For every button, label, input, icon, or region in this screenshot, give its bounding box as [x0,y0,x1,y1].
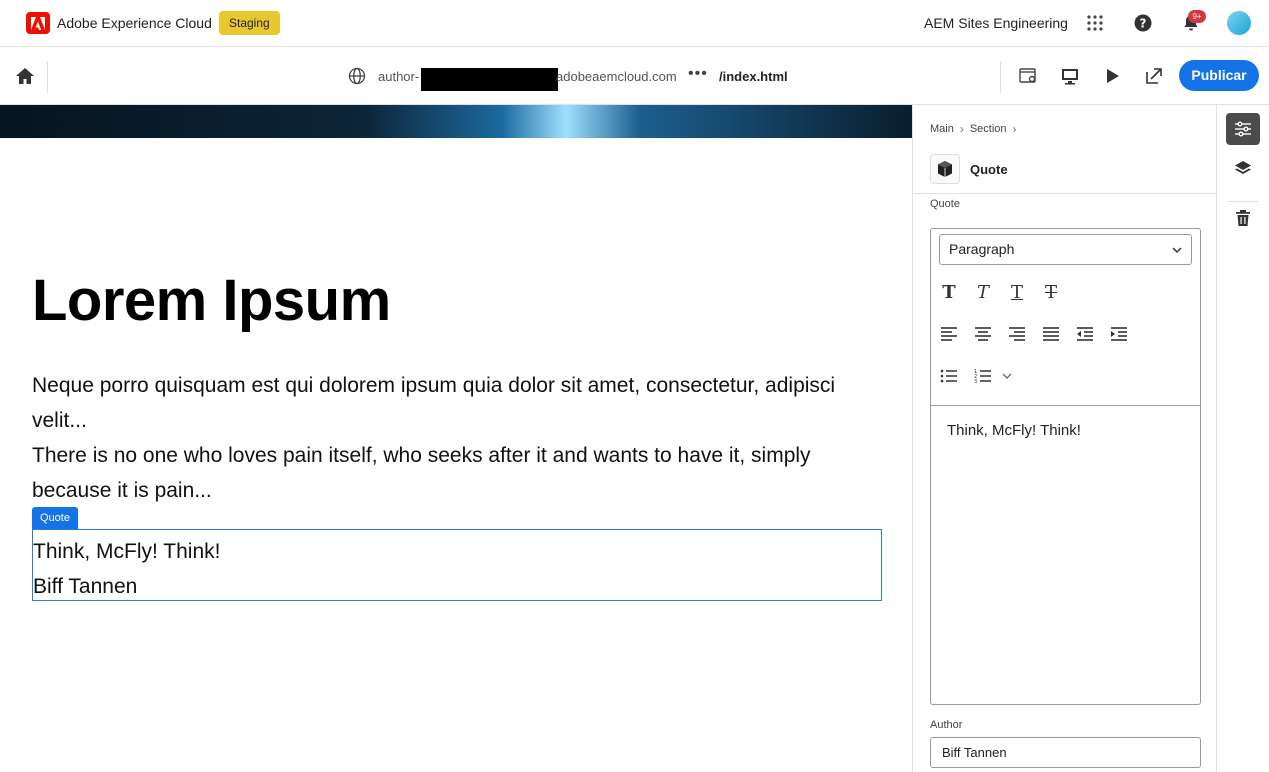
divider [1000,61,1001,93]
author-input[interactable]: Biff Tannen [930,737,1201,768]
rte-alignment-row [939,324,1129,344]
layers-icon[interactable] [1226,153,1260,185]
rte-text-style-row: T T T T [939,282,1061,303]
bold-icon[interactable]: T [939,282,959,303]
rich-text-editor[interactable]: Paragraph T T T T 1 2 3 Think, McFly! Th… [930,228,1201,705]
component-title: Quote [970,162,1008,177]
chevron-right-icon: › [959,122,964,136]
more-icon[interactable]: ••• [688,65,708,83]
svg-text:?: ? [1140,17,1147,31]
divider [931,405,1200,406]
breadcrumb: Main › Section › [930,122,1017,136]
quote-author: Biff Tannen [33,575,138,598]
strikethrough-icon[interactable]: T [1041,282,1061,303]
chevron-down-icon[interactable] [997,366,1017,386]
cube-icon [930,154,960,184]
adobe-logo-icon[interactable] [26,12,50,34]
body-paragraph-1: Neque porro quisquam est qui dolorem ips… [32,374,836,432]
breadcrumb-main[interactable]: Main [930,123,954,135]
help-icon[interactable]: ? [1132,12,1154,34]
quote-component[interactable]: Think, McFly! Think! Biff Tannen [32,529,882,601]
page-properties-icon[interactable] [1018,66,1038,86]
divider [47,61,48,93]
numbered-list-icon[interactable]: 123 [973,366,993,386]
hero-image [0,105,912,138]
open-external-icon[interactable] [1144,66,1164,86]
underline-icon[interactable]: T [1007,282,1027,303]
divider [914,193,1217,194]
apps-grid-icon[interactable] [1084,12,1106,34]
page-canvas[interactable]: Lorem Ipsum Neque porro quisquam est qui… [0,105,913,772]
page-path[interactable]: /index.html [719,69,788,84]
page-title[interactable]: Lorem Ipsum [32,267,391,334]
align-left-icon[interactable] [939,324,959,344]
properties-panel: Main › Section › Quote Quote Paragraph T… [914,105,1217,772]
right-rail [1218,105,1269,772]
component-label: Quote [32,507,78,529]
environment-badge: Staging [219,11,280,35]
indent-icon[interactable] [1109,324,1129,344]
author-field-label: Author [930,719,963,731]
globe-icon [348,67,366,85]
publish-button[interactable]: Publicar [1179,60,1259,91]
align-right-icon[interactable] [1007,324,1027,344]
italic-icon[interactable]: T [973,282,993,303]
paragraph-format-select[interactable]: Paragraph [939,234,1192,265]
redacted-block [421,68,558,91]
notifications-badge: 9+ [1188,10,1206,23]
top-bar: Adobe Experience Cloud Staging AEM Sites… [0,0,1269,47]
rte-content[interactable]: Think, McFly! Think! [947,422,1081,439]
editor-toolbar: author- adobeaemcloud.com ••• /index.htm… [0,47,1269,105]
bullet-list-icon[interactable] [939,366,959,386]
url-domain[interactable]: adobeaemcloud.com [556,69,677,84]
chevron-down-icon [1172,247,1182,254]
outdent-icon[interactable] [1075,324,1095,344]
properties-icon[interactable] [1226,113,1260,145]
quote-text: Think, McFly! Think! [33,540,221,563]
rte-list-row: 123 [939,366,1017,386]
url-prefix[interactable]: author- [378,69,419,84]
chevron-right-icon: › [1012,122,1017,136]
avatar[interactable] [1227,11,1251,35]
org-switcher[interactable]: AEM Sites Engineering [924,15,1068,31]
play-icon[interactable] [1102,66,1122,86]
format-select-value: Paragraph [949,241,1015,257]
home-icon[interactable] [14,65,36,87]
align-justify-icon[interactable] [1041,324,1061,344]
delete-icon[interactable] [1226,202,1260,234]
breadcrumb-section[interactable]: Section [970,123,1007,135]
quote-field-label: Quote [930,198,960,210]
body-paragraph-2: There is no one who loves pain itself, w… [32,444,811,502]
body-text[interactable]: Neque porro quisquam est qui dolorem ips… [32,368,892,508]
svg-text:3: 3 [974,379,977,384]
brand-name[interactable]: Adobe Experience Cloud [57,15,212,31]
align-center-icon[interactable] [973,324,993,344]
desktop-preview-icon[interactable] [1060,66,1080,86]
